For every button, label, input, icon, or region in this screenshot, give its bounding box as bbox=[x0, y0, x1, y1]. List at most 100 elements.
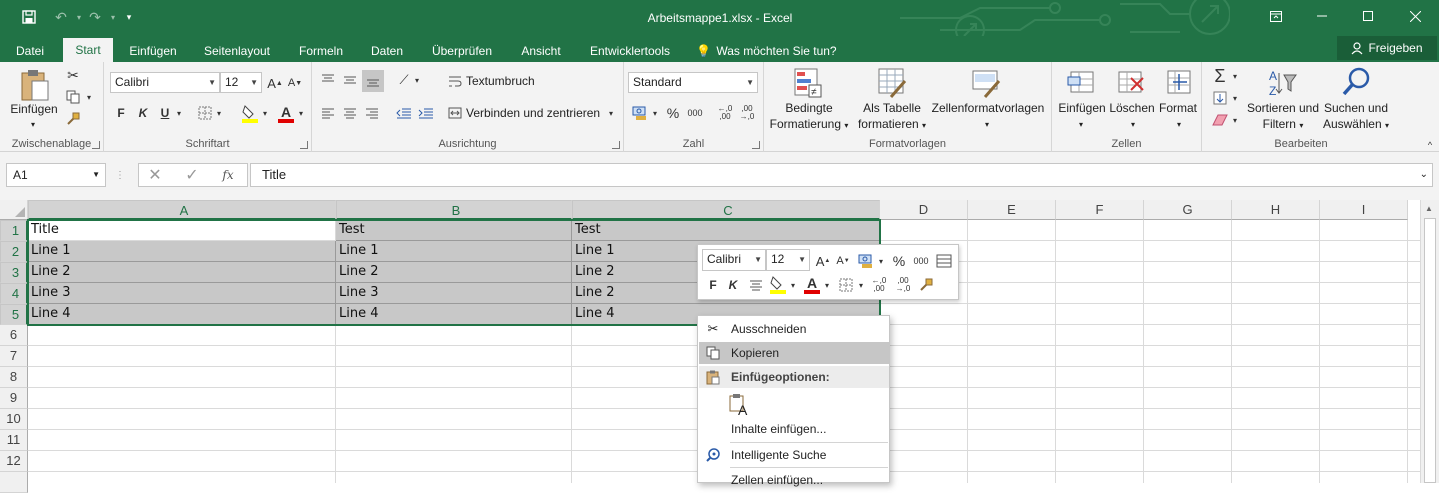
mini-font-size-select[interactable]: 12 ▼ bbox=[766, 249, 810, 271]
formula-bar-grip-icon[interactable]: ⋮ bbox=[115, 166, 125, 184]
mini-font-color-dropdown-icon[interactable]: ▾ bbox=[822, 275, 832, 295]
tell-me-box[interactable]: 💡 Was möchten Sie tun? bbox=[694, 40, 839, 62]
tab-ansicht[interactable]: Ansicht bbox=[512, 40, 570, 62]
number-launcher-icon[interactable] bbox=[752, 141, 760, 149]
insert-cells-dropdown-icon[interactable]: ▾ bbox=[1076, 117, 1086, 132]
merge-center-icon[interactable] bbox=[446, 104, 464, 122]
expand-formula-bar-icon[interactable]: ⌄ bbox=[1420, 164, 1428, 186]
italic-button[interactable]: K bbox=[134, 104, 152, 122]
row-header-10[interactable]: 10 bbox=[0, 409, 28, 430]
fill-dropdown-icon[interactable]: ▾ bbox=[1230, 88, 1240, 108]
grow-font-icon[interactable]: A ▲ bbox=[266, 73, 284, 93]
row-header-5[interactable]: 5 bbox=[0, 304, 28, 325]
select-all-corner[interactable] bbox=[0, 200, 28, 220]
ribbon-display-options-icon[interactable] bbox=[1253, 0, 1299, 32]
scroll-up-icon[interactable]: ▲ bbox=[1425, 204, 1433, 213]
copy-dropdown-icon[interactable]: ▾ bbox=[84, 88, 94, 106]
merge-center-button[interactable]: Verbinden und zentrieren bbox=[466, 106, 606, 121]
mini-thousands-button[interactable]: 000 bbox=[910, 251, 932, 271]
conditional-formatting-icon[interactable]: ≠ bbox=[792, 66, 824, 100]
thousands-separator-button[interactable]: 000 bbox=[684, 104, 706, 122]
format-cells-dropdown-icon[interactable]: ▾ bbox=[1174, 117, 1184, 132]
row-header-1[interactable]: 1 bbox=[0, 220, 28, 241]
column-header-g[interactable]: G bbox=[1144, 200, 1232, 220]
mini-borders-icon[interactable] bbox=[836, 275, 856, 295]
align-bottom-icon[interactable] bbox=[362, 70, 384, 92]
cancel-entry-icon[interactable]: ✕ bbox=[145, 166, 165, 184]
mini-fill-dropdown-icon[interactable]: ▾ bbox=[788, 275, 798, 295]
find-select-line2[interactable]: Auswählen ▾ bbox=[1318, 117, 1394, 133]
font-size-select[interactable]: 12 ▼ bbox=[220, 72, 262, 93]
mini-percent-button[interactable]: % bbox=[890, 251, 908, 271]
cell-styles-dropdown-icon[interactable]: ▾ bbox=[982, 117, 992, 132]
clear-icon[interactable] bbox=[1210, 110, 1230, 130]
wrap-text-icon[interactable] bbox=[446, 72, 464, 90]
mini-font-color-icon[interactable]: A bbox=[802, 273, 822, 295]
row-header-11[interactable]: 11 bbox=[0, 430, 28, 451]
mini-accounting-dropdown-icon[interactable]: ▾ bbox=[876, 251, 886, 271]
borders-dropdown-icon[interactable]: ▾ bbox=[214, 104, 224, 122]
mini-grow-font-icon[interactable]: A ▲ bbox=[814, 251, 832, 271]
delete-cells-icon[interactable] bbox=[1116, 66, 1146, 98]
paste-dropdown-icon[interactable]: ▾ bbox=[28, 117, 38, 132]
tab-ueberpruefen[interactable]: Überprüfen bbox=[424, 40, 500, 62]
font-launcher-icon[interactable] bbox=[300, 141, 308, 149]
copy-icon[interactable] bbox=[64, 88, 82, 106]
orientation-dropdown-icon[interactable]: ▾ bbox=[412, 70, 422, 90]
cell-c1[interactable]: Test bbox=[572, 220, 880, 241]
collapse-ribbon-icon[interactable]: ^ bbox=[1424, 140, 1436, 150]
accounting-dropdown-icon[interactable]: ▾ bbox=[650, 104, 660, 122]
merge-dropdown-icon[interactable]: ▾ bbox=[606, 104, 616, 122]
sort-filter-line2[interactable]: Filtern ▾ bbox=[1242, 117, 1324, 133]
cell-styles-button[interactable]: Zellenformatvorlagen bbox=[926, 101, 1050, 116]
conditional-formatting-line1[interactable]: Bedingte bbox=[768, 101, 850, 116]
cell-styles-icon[interactable] bbox=[970, 66, 1002, 100]
bold-button[interactable]: F bbox=[112, 104, 130, 122]
menu-item-cut[interactable]: ✂ Ausschneiden bbox=[699, 318, 889, 340]
name-box[interactable]: A1 ▼ bbox=[6, 163, 106, 187]
orientation-icon[interactable]: ⟋ bbox=[394, 70, 414, 90]
row-header-9[interactable]: 9 bbox=[0, 388, 28, 409]
mini-format-painter-icon[interactable] bbox=[916, 275, 936, 295]
decrease-indent-icon[interactable] bbox=[394, 103, 414, 123]
scrollbar-thumb[interactable] bbox=[1424, 218, 1436, 483]
row-header-6[interactable]: 6 bbox=[0, 325, 28, 346]
save-icon[interactable] bbox=[18, 7, 40, 27]
cell-b5[interactable]: Line 4 bbox=[336, 304, 572, 325]
number-format-select[interactable]: Standard ▼ bbox=[628, 72, 758, 93]
tab-daten[interactable]: Daten bbox=[362, 40, 412, 62]
conditional-formatting-line2[interactable]: Formatierung ▾ bbox=[768, 117, 850, 133]
insert-cells-icon[interactable] bbox=[1066, 66, 1096, 98]
cell-a3[interactable]: Line 2 bbox=[28, 262, 336, 283]
cell-b2[interactable]: Line 1 bbox=[336, 241, 572, 262]
close-icon[interactable] bbox=[1392, 0, 1438, 32]
align-right-icon[interactable] bbox=[362, 103, 382, 123]
cell-b3[interactable]: Line 2 bbox=[336, 262, 572, 283]
column-header-f[interactable]: F bbox=[1056, 200, 1144, 220]
row-header-3[interactable]: 3 bbox=[0, 262, 28, 283]
wrap-text-button[interactable]: Textumbruch bbox=[466, 74, 546, 89]
confirm-entry-icon[interactable]: ✓ bbox=[182, 166, 202, 184]
sort-filter-line1[interactable]: Sortieren und bbox=[1242, 101, 1324, 116]
row-header-12[interactable]: 12 bbox=[0, 451, 28, 472]
accounting-format-icon[interactable] bbox=[630, 104, 650, 122]
format-as-table-icon[interactable] bbox=[876, 66, 908, 100]
align-top-icon[interactable] bbox=[318, 70, 338, 90]
find-select-line1[interactable]: Suchen und bbox=[1318, 101, 1394, 116]
column-header-e[interactable]: E bbox=[968, 200, 1056, 220]
font-color-dropdown-icon[interactable]: ▾ bbox=[296, 104, 306, 122]
cell-a5[interactable]: Line 4 bbox=[28, 304, 336, 325]
minimize-icon[interactable] bbox=[1299, 0, 1345, 32]
maximize-icon[interactable] bbox=[1345, 0, 1391, 32]
fill-color-icon[interactable] bbox=[240, 102, 260, 124]
format-as-table-line1[interactable]: Als Tabelle bbox=[852, 101, 932, 116]
tab-entwicklertools[interactable]: Entwicklertools bbox=[582, 40, 678, 62]
clipboard-launcher-icon[interactable] bbox=[92, 141, 100, 149]
row-header-8[interactable]: 8 bbox=[0, 367, 28, 388]
column-header-h[interactable]: H bbox=[1232, 200, 1320, 220]
tab-datei[interactable]: Datei bbox=[8, 40, 52, 62]
find-select-icon[interactable] bbox=[1340, 64, 1372, 100]
autosum-icon[interactable]: Σ bbox=[1210, 66, 1230, 86]
vertical-scrollbar[interactable]: ▲ bbox=[1420, 200, 1439, 483]
cell-a4[interactable]: Line 3 bbox=[28, 283, 336, 304]
